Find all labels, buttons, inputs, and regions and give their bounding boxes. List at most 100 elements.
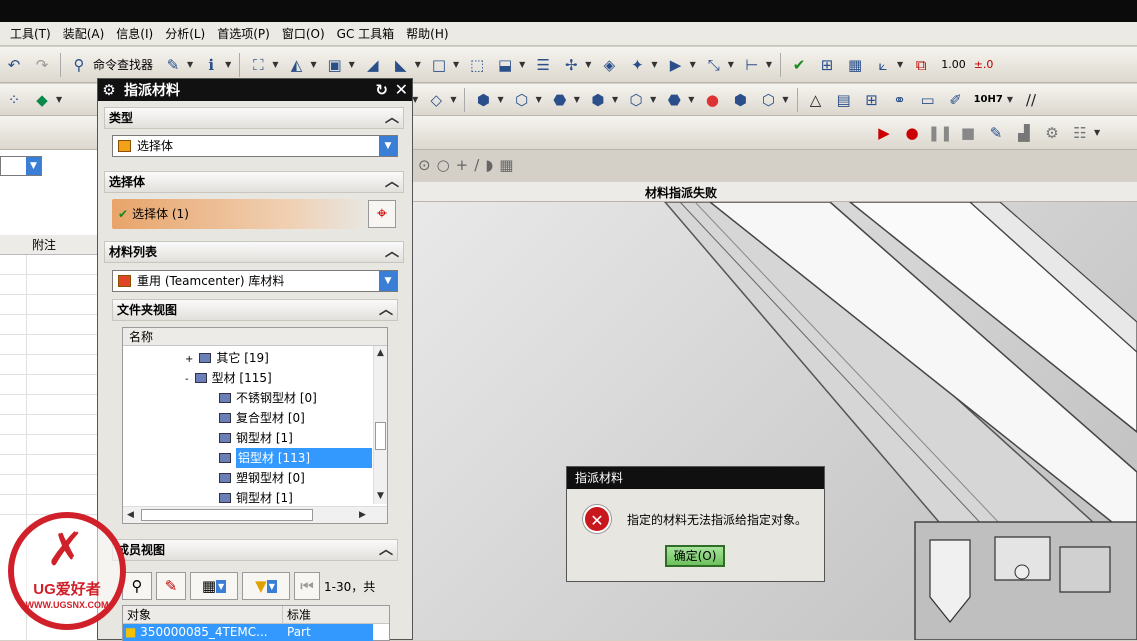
play-icon[interactable]: ▶ [872, 121, 896, 145]
tree-item[interactable]: 不锈钢型材 [0] [219, 388, 317, 408]
face-icon[interactable]: ◣ [389, 53, 413, 77]
chevron-up-icon[interactable]: ︿ [385, 108, 399, 128]
ruler-icon[interactable]: ⊢ [740, 53, 764, 77]
chevron-down-icon[interactable]: ▼ [585, 60, 591, 69]
chevron-down-icon[interactable]: ▼ [379, 271, 397, 291]
precision-tolerance[interactable]: ±.0 [974, 58, 994, 71]
feature-icon[interactable]: ⬣ [662, 88, 686, 112]
feature-icon[interactable]: ⬡ [510, 88, 534, 112]
section-view-icon[interactable]: ⬚ [465, 53, 489, 77]
tree-item[interactable]: 复合型材 [0] [219, 408, 305, 428]
collapse-icon[interactable]: - [185, 374, 189, 385]
brush-icon[interactable]: ✐ [944, 88, 968, 112]
chevron-up-icon[interactable]: ︿ [379, 540, 393, 560]
fit-view-icon[interactable]: ⛶ [246, 53, 270, 77]
chevron-down-icon[interactable]: ▼ [379, 136, 397, 156]
point-snap-icon[interactable]: ○ [437, 156, 456, 174]
table-row[interactable] [0, 475, 100, 495]
binoculars-icon[interactable]: ⚲ [67, 53, 91, 77]
table-row[interactable] [0, 315, 100, 335]
table-row[interactable] [0, 275, 100, 295]
record-icon[interactable]: ● [900, 121, 924, 145]
chevron-down-icon[interactable]: ▼ [612, 95, 618, 104]
circle-snap-icon[interactable]: ⊙ [418, 156, 437, 174]
chevron-down-icon[interactable]: ▼ [450, 95, 456, 104]
table-row[interactable] [0, 375, 100, 395]
color-wheel-icon[interactable]: ● [700, 88, 724, 112]
chevron-down-icon[interactable]: ▼ [272, 60, 278, 69]
chevron-up-icon[interactable]: ︿ [379, 300, 393, 320]
table-row[interactable] [0, 295, 100, 315]
tree-column-name[interactable]: 名称 [123, 328, 387, 346]
palette-icon[interactable]: ✎ [161, 53, 185, 77]
scroll-right-icon[interactable]: ▶ [359, 510, 366, 520]
horizontal-scrollbar[interactable]: ◀ ▶ [123, 506, 387, 523]
add-table-icon[interactable]: ⊞ [860, 88, 884, 112]
part-color-icon[interactable]: ◆ [30, 88, 54, 112]
pause-icon[interactable]: ❚❚ [927, 121, 952, 145]
chevron-down-icon[interactable]: ▼ [26, 157, 41, 175]
chevron-down-icon[interactable]: ▼ [574, 95, 580, 104]
tangent-snap-icon[interactable]: ◗ [485, 156, 499, 174]
table-row[interactable] [0, 455, 100, 475]
filter-icon[interactable]: ▼ ▼ [242, 572, 290, 600]
chevron-down-icon[interactable]: ▼ [310, 60, 316, 69]
chevron-down-icon[interactable]: ▼ [897, 60, 903, 69]
first-page-icon[interactable]: ⏮ [294, 572, 320, 600]
type-select[interactable]: 选择体 ▼ [112, 135, 398, 157]
vertical-scrollbar[interactable]: ▲ ▼ [373, 346, 387, 504]
chevron-down-icon[interactable]: ▼ [782, 95, 788, 104]
steps-icon[interactable]: ▟ [1012, 121, 1036, 145]
redo-icon[interactable]: ↷ [30, 53, 54, 77]
tree-item[interactable]: 塑钢型材 [0] [219, 468, 305, 488]
tree-item[interactable]: - 型材 [115] [185, 368, 272, 388]
magic-icon[interactable]: ✦ [625, 53, 649, 77]
section-type-header[interactable]: 类型 ︿ [104, 107, 404, 129]
chevron-up-icon[interactable]: ︿ [385, 172, 399, 192]
feature-icon[interactable]: ⬢ [728, 88, 752, 112]
chevron-down-icon[interactable]: ▼ [1007, 95, 1013, 104]
menu-item-help[interactable]: 帮助(H) [400, 25, 454, 42]
wcs-icon[interactable]: ✢ [559, 53, 583, 77]
chevron-up-icon[interactable]: ︿ [385, 242, 399, 262]
menu-item-tools[interactable]: 工具(T) [4, 25, 57, 42]
check-icon[interactable]: ✔ [787, 53, 811, 77]
table-view-icon[interactable]: ▦ ▼ [190, 572, 238, 600]
chevron-down-icon[interactable]: ▼ [225, 60, 231, 69]
assembly-icon[interactable]: ⊞ [815, 53, 839, 77]
tree-item-selected[interactable]: 铝型材 [113] [219, 448, 372, 468]
list-icon[interactable]: ☷ [1068, 121, 1092, 145]
shaded-cube-icon[interactable]: ▣ [323, 53, 347, 77]
column-object[interactable]: 对象 [123, 606, 283, 623]
tree-item[interactable]: 钢型材 [1] [219, 428, 293, 448]
chevron-down-icon[interactable]: ▼ [651, 60, 657, 69]
background-icon[interactable]: □ [427, 53, 451, 77]
chevron-down-icon[interactable]: ▼ [690, 60, 696, 69]
expand-icon[interactable]: + [185, 354, 193, 365]
material-library-select[interactable]: 重用 (Teamcenter) 库材料 ▼ [112, 270, 398, 292]
table-row[interactable] [0, 415, 100, 435]
close-icon[interactable]: ✕ [395, 80, 408, 99]
menu-item-analysis[interactable]: 分析(L) [159, 25, 211, 42]
feature-icon[interactable]: ⬢ [586, 88, 610, 112]
info-icon[interactable]: ℹ [199, 53, 223, 77]
scroll-left-icon[interactable]: ◀ [127, 510, 134, 520]
chevron-down-icon[interactable]: ▼ [415, 60, 421, 69]
feature-icon[interactable]: ⬡ [624, 88, 648, 112]
edge-icon[interactable]: ◢ [361, 53, 385, 77]
menu-item-gc-toolbox[interactable]: GC 工具箱 [331, 25, 401, 42]
points-icon[interactable]: ⁘ [2, 88, 26, 112]
undo-icon[interactable]: ↶ [2, 53, 26, 77]
folder-view-header[interactable]: 文件夹视图 ︿ [112, 299, 398, 321]
chip-icon[interactable]: ▦ [843, 53, 867, 77]
circles-icon[interactable]: ⚭ [888, 88, 912, 112]
feature-icon[interactable]: ⬣ [548, 88, 572, 112]
chevron-down-icon[interactable]: ▼ [216, 579, 227, 593]
measure-icon[interactable]: ⤡ [702, 53, 726, 77]
scroll-down-icon[interactable]: ▼ [377, 491, 384, 501]
scroll-up-icon[interactable]: ▲ [377, 348, 384, 358]
scroll-thumb[interactable] [375, 422, 386, 450]
tree-item[interactable]: 铜型材 [1] [219, 488, 293, 508]
gear-icon[interactable]: ⚙ [98, 81, 120, 99]
section-select-body-header[interactable]: 选择体 ︿ [104, 171, 404, 193]
